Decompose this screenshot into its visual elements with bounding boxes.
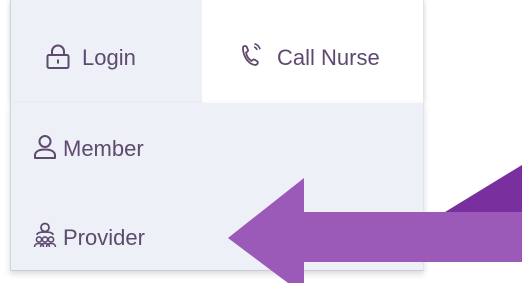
login-tab[interactable]: Login <box>11 0 202 103</box>
person-icon <box>34 135 56 159</box>
login-label: Login <box>82 45 136 70</box>
menu-item-member[interactable]: Member <box>11 121 423 181</box>
phone-call-icon <box>242 43 261 66</box>
menu-item-provider[interactable]: Provider <box>11 208 423 268</box>
call-nurse-label: Call Nurse <box>277 45 380 70</box>
provider-label: Provider <box>63 225 145 250</box>
member-label: Member <box>63 136 144 161</box>
lock-icon <box>46 44 70 69</box>
login-dropdown-menu: Member Provider <box>10 103 424 271</box>
provider-group-icon <box>33 222 57 248</box>
call-nurse-tab[interactable]: Call Nurse <box>202 0 423 103</box>
top-nav-bar: Login Call Nurse <box>10 0 424 103</box>
screenshot-stage: Login Call Nurse Member Provider <box>0 0 522 283</box>
arrow-shadow-wedge <box>445 165 522 212</box>
